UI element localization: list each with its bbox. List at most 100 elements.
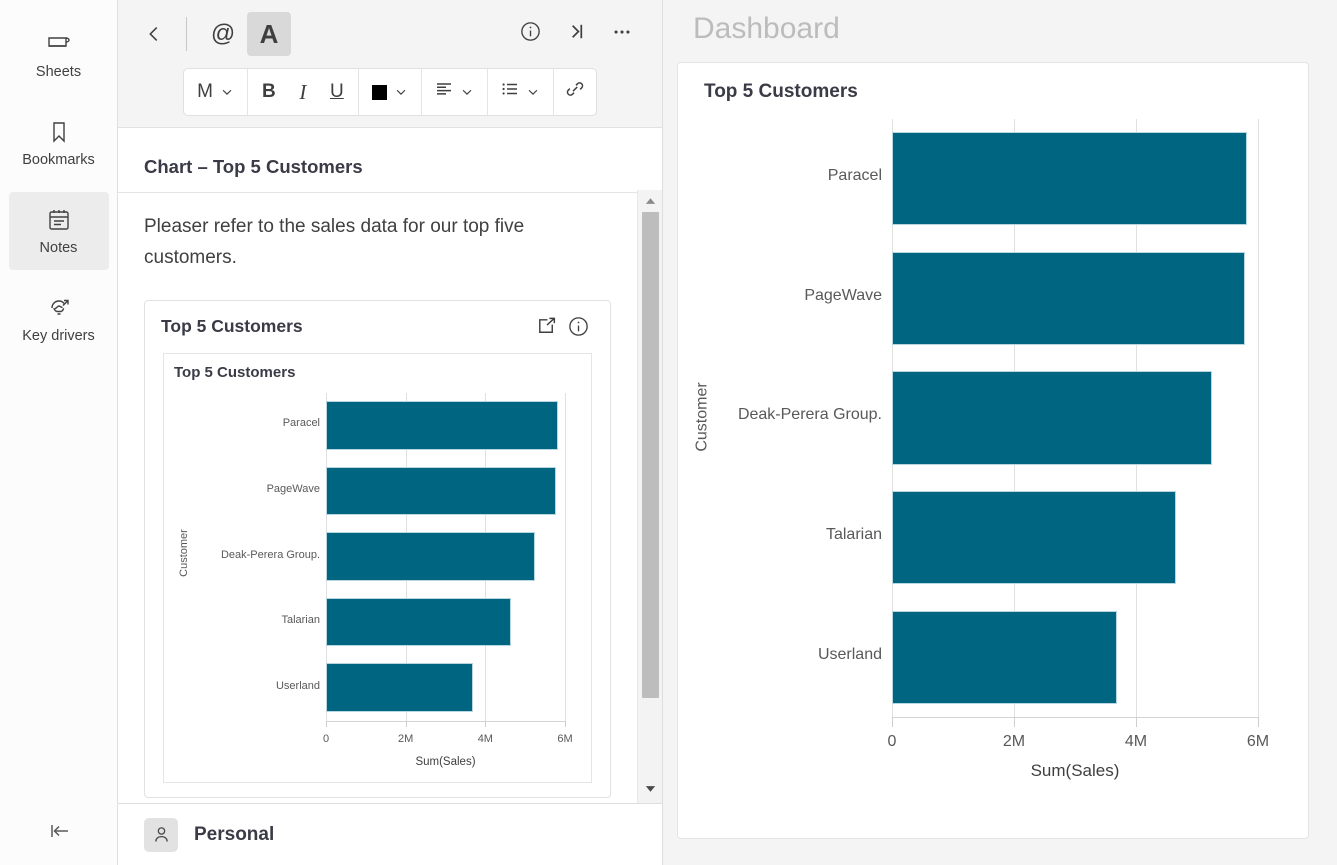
back-button[interactable] [132, 12, 176, 56]
align-dropdown[interactable] [426, 69, 483, 115]
x-tick [565, 720, 566, 727]
note-title: Chart – Top 5 Customers [118, 128, 662, 193]
collapse-panel-button[interactable] [554, 12, 598, 56]
collapse-right-icon [565, 20, 588, 48]
font-size-dropdown[interactable]: M [188, 69, 243, 115]
x-axis-line [892, 717, 1258, 718]
bar-3[interactable] [892, 490, 1176, 585]
underline-button[interactable]: U [320, 69, 354, 115]
sidebar-item-bookmarks[interactable]: Bookmarks [9, 104, 109, 182]
mention-button[interactable]: @ [201, 12, 245, 56]
x-tick [892, 717, 893, 727]
y-tick-label: Userland [275, 679, 320, 692]
notes-scrollbar[interactable] [637, 190, 662, 803]
scrollbar-thumb[interactable] [642, 212, 659, 698]
x-tick [1136, 717, 1137, 727]
link-button[interactable] [558, 69, 592, 115]
format-group-size: M [184, 69, 248, 115]
sheets-icon [46, 31, 72, 57]
text-format-icon: A [259, 19, 279, 49]
info-icon[interactable] [562, 311, 594, 343]
font-size-label: M [197, 81, 213, 102]
sidebar-item-sheets-label: Sheets [35, 63, 82, 80]
embedded-chart[interactable]: Top 5 Customers Customer Paracel PageWave D… [163, 352, 592, 783]
notes-format-row: M B I U [118, 68, 662, 126]
color-swatch-icon [371, 84, 387, 100]
x-axis-title: Sum(Sales) [1030, 761, 1120, 780]
notes-body: Chart – Top 5 Customers Pleaser refer to… [118, 128, 662, 803]
notes-owner-name: Personal [194, 823, 275, 845]
list-dropdown[interactable] [492, 69, 549, 115]
text-format-button[interactable]: A [247, 12, 291, 56]
sidebar-item-bookmarks-label: Bookmarks [22, 151, 95, 168]
x-tick-label: 6M [557, 732, 573, 745]
x-tick-label: 0 [322, 732, 330, 745]
scroll-up-arrow-icon[interactable] [638, 192, 662, 210]
bulleted-list-icon [501, 80, 519, 104]
toolbar-divider [186, 17, 187, 51]
y-tick-label: Paracel [282, 417, 320, 430]
bar-chart-small[interactable]: Customer Paracel PageWave Deak-Perera Group… [174, 385, 579, 797]
y-tick-label: PageWave [804, 286, 882, 304]
text-color-dropdown[interactable] [363, 69, 417, 115]
x-tick [326, 720, 327, 727]
bar-0[interactable] [326, 401, 558, 450]
notes-icon [46, 207, 72, 233]
notes-footer: Personal [118, 803, 662, 865]
format-group-align [422, 69, 488, 115]
format-group-color [359, 69, 422, 115]
chevron-down-icon [396, 89, 406, 96]
format-group-list [488, 69, 554, 115]
info-icon [519, 20, 542, 48]
bar-2[interactable] [326, 532, 535, 581]
embedded-chart-wrap: Top 5 Customers Customer Paracel PageWave D… [145, 352, 610, 797]
note-body-text[interactable]: Pleaser refer to the sales data for our … [118, 190, 637, 292]
x-axis-title: Sum(Sales) [415, 755, 476, 768]
embedded-chart-title: Top 5 Customers [161, 316, 303, 337]
bar-2[interactable] [892, 371, 1212, 465]
y-axis-title: Customer [693, 382, 711, 452]
format-toolbar: M B I U [183, 68, 597, 116]
bar-1[interactable] [326, 466, 557, 516]
note-info-button[interactable] [508, 12, 552, 56]
y-tick-label: Talarian [825, 526, 882, 544]
align-left-icon [435, 80, 453, 104]
gridline [1258, 119, 1259, 717]
bar-4[interactable] [326, 663, 473, 712]
x-axis-line [326, 720, 565, 722]
bar-3[interactable] [326, 597, 512, 647]
italic-button[interactable]: I [286, 69, 320, 115]
embedded-chart-card: Top 5 Customers Top 5 Customers Customer… [144, 299, 611, 798]
bar-0[interactable] [892, 132, 1248, 226]
x-tick-label: 4M [477, 732, 493, 745]
x-tick-label: 0 [887, 733, 897, 750]
export-icon[interactable] [530, 311, 562, 343]
format-group-link [554, 69, 596, 115]
chevron-down-icon [528, 89, 538, 96]
bar-1[interactable] [892, 251, 1245, 346]
x-tick-label: 2M [1002, 733, 1026, 750]
bar-chart-large[interactable]: Customer Paracel PageWave Deak-Perera Group… [692, 111, 1284, 829]
x-tick [405, 720, 407, 727]
collapse-sidebar-button[interactable] [0, 813, 117, 853]
sidebar-item-notes[interactable]: Notes [8, 192, 109, 270]
format-group-style: B I U [248, 69, 359, 115]
sidebar-item-sheets[interactable]: Sheets [9, 16, 109, 94]
x-tick [1258, 717, 1259, 727]
bold-button[interactable]: B [252, 69, 286, 115]
bar-4[interactable] [892, 610, 1118, 704]
collapse-left-icon [46, 818, 72, 849]
page-title: Dashboard [693, 12, 840, 45]
chevron-down-icon [462, 89, 472, 96]
at-icon: @ [210, 20, 236, 47]
scroll-down-arrow-icon[interactable] [638, 779, 662, 797]
link-icon [565, 79, 585, 105]
dashboard-chart-title: Top 5 Customers [704, 81, 858, 102]
sidebar-item-key-drivers[interactable]: Key drivers [9, 280, 109, 358]
key-drivers-icon [46, 295, 72, 321]
avatar [144, 817, 178, 852]
notes-toolbar: @ A M B I U [118, 0, 662, 128]
more-options-button[interactable] [600, 12, 644, 56]
x-tick [1014, 717, 1015, 727]
dashboard-chart-card: Top 5 Customers Customer Paracel PageWave D… [677, 62, 1309, 839]
